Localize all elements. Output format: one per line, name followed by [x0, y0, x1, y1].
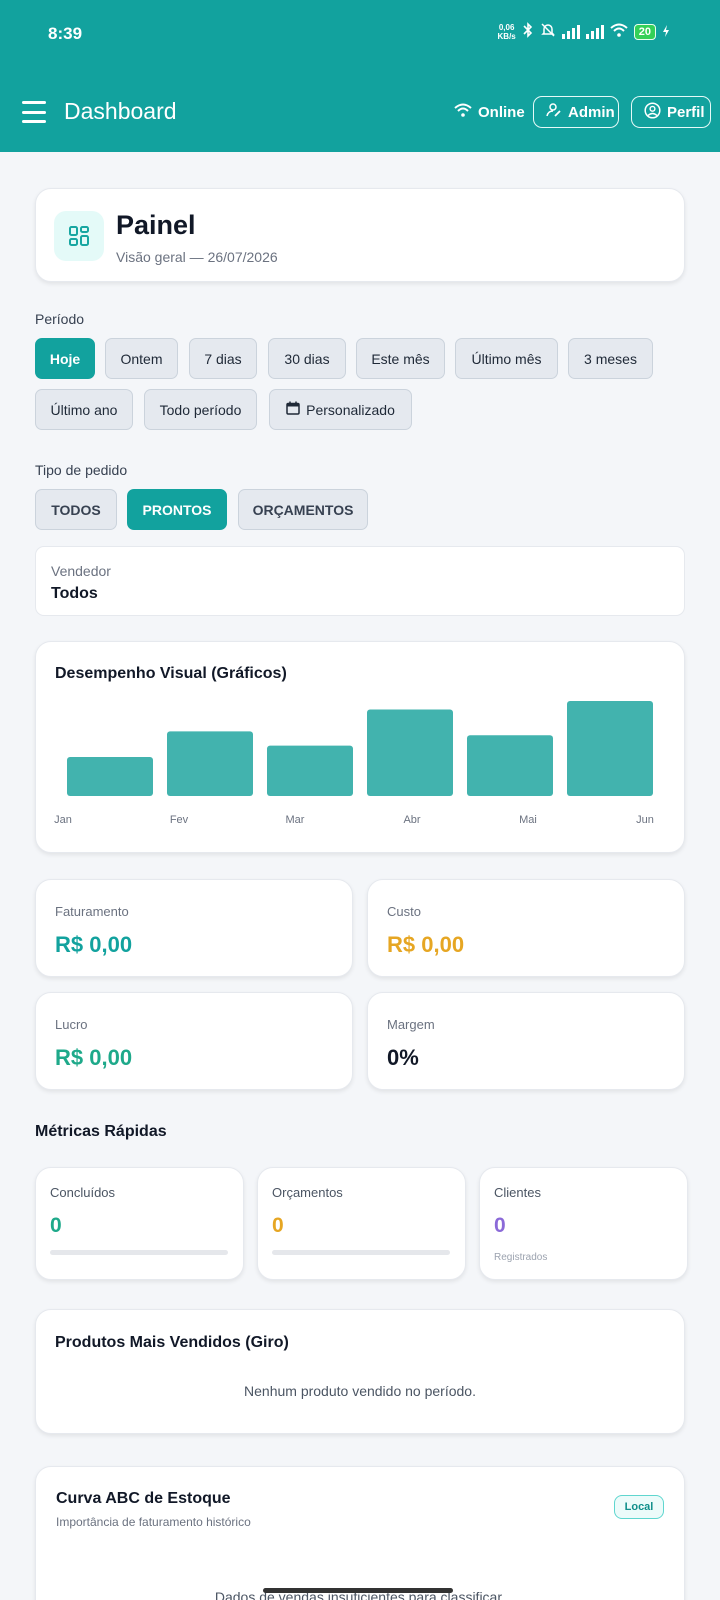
custo-label: Custo	[387, 904, 421, 919]
tipo-pedido-label: Tipo de pedido	[35, 462, 128, 478]
status-icons: 0,06 KB/s 20	[498, 22, 670, 41]
chart-card: Desempenho Visual (Gráficos) Jan Fev Mar Ab…	[35, 641, 685, 853]
user-edit-icon	[546, 102, 562, 122]
clientes-note: Registrados	[494, 1252, 548, 1263]
tipo-chip-orcamentos[interactable]: ORÇAMENTOS	[238, 489, 368, 530]
chart-x-label-jun: Jun	[636, 814, 654, 826]
periodo-chip-personalizado[interactable]: Personalizado	[269, 389, 412, 430]
curva-abc-subtitle: Importância de faturamento histórico	[56, 1515, 251, 1529]
vendedor-label: Vendedor	[51, 563, 111, 579]
orcamentos-label: Orçamentos	[272, 1185, 343, 1200]
lucro-card: Lucro R$ 0,00	[35, 992, 353, 1090]
bar-chart: Jan Fev Mar Abr Mai Jun	[54, 701, 654, 826]
painel-card: Painel Visão geral — 26/07/2026	[35, 188, 685, 282]
faturamento-value: R$ 0,00	[55, 932, 133, 957]
clientes-card: Clientes 0 Registrados	[479, 1167, 688, 1280]
metricas-title: Métricas Rápidas	[35, 1123, 167, 1140]
periodo-chip-3-meses[interactable]: 3 meses	[568, 338, 653, 379]
calendar-icon	[286, 401, 300, 418]
app-header: 8:39 0,06 KB/s 20 Dashboard Online Admin…	[0, 0, 720, 152]
concluidos-progress-bar	[50, 1250, 228, 1255]
perfil-button[interactable]: Perfil	[631, 96, 711, 128]
chart-bar-mar	[267, 745, 353, 796]
periodo-chip-ultimo-mes[interactable]: Último mês	[455, 338, 558, 379]
chart-x-label-jan: Jan	[54, 814, 72, 826]
chart-x-label-mar: Mar	[286, 814, 305, 826]
produtos-title: Produtos Mais Vendidos (Giro)	[55, 1334, 289, 1351]
chart-bar-fev	[167, 731, 253, 796]
admin-label: Admin	[568, 103, 615, 121]
concluidos-value: 0	[50, 1214, 62, 1237]
periodo-chip-hoje[interactable]: Hoje	[35, 338, 95, 379]
vendedor-select[interactable]: Vendedor Todos	[35, 546, 685, 616]
vendedor-value: Todos	[51, 585, 98, 602]
online-status: Online	[454, 103, 525, 121]
local-badge: Local	[614, 1495, 664, 1519]
chart-bar-mai	[467, 735, 553, 796]
orcamentos-card: Orçamentos 0	[257, 1167, 466, 1280]
home-indicator[interactable]	[263, 1588, 453, 1593]
dashboard-grid-icon	[54, 211, 104, 261]
lucro-value: R$ 0,00	[55, 1045, 133, 1070]
net-speed-value: 0,06	[498, 22, 515, 32]
periodo-chip-30-dias[interactable]: 30 dias	[268, 338, 346, 379]
chart-x-label-abr: Abr	[403, 814, 420, 826]
periodo-chip-ontem[interactable]: Ontem	[105, 338, 178, 379]
orcamentos-value: 0	[272, 1214, 284, 1237]
periodo-label: Período	[35, 311, 85, 327]
signal-1-icon	[561, 24, 580, 39]
net-speed: 0,06 KB/s	[498, 23, 516, 41]
clientes-value: 0	[494, 1214, 506, 1237]
chart-bar-jan	[67, 757, 153, 796]
charging-icon	[662, 24, 670, 40]
personalizado-label: Personalizado	[306, 401, 395, 418]
tipo-chip-prontos[interactable]: PRONTOS	[127, 489, 227, 530]
concluidos-card: Concluídos 0	[35, 1167, 244, 1280]
user-circle-icon	[644, 101, 661, 123]
faturamento-label: Faturamento	[55, 904, 129, 919]
page-title: Dashboard	[64, 98, 177, 124]
produtos-card: Produtos Mais Vendidos (Giro) Nenhum pro…	[35, 1309, 685, 1434]
painel-title: Painel	[116, 210, 196, 240]
periodo-chip-todo-periodo[interactable]: Todo período	[144, 389, 257, 430]
produtos-empty: Nenhum produto vendido no período.	[244, 1383, 476, 1399]
chart-bar-abr	[367, 709, 453, 796]
wifi-status-icon	[610, 23, 628, 40]
mute-bell-icon	[540, 22, 556, 41]
concluidos-label: Concluídos	[50, 1185, 116, 1200]
menu-icon[interactable]	[22, 101, 46, 123]
wifi-icon	[454, 103, 472, 121]
net-speed-unit: KB/s	[497, 31, 516, 41]
online-label: Online	[478, 103, 525, 121]
curva-abc-title: Curva ABC de Estoque	[56, 1490, 231, 1507]
curva-abc-card: Curva ABC de Estoque Importância de fatu…	[35, 1466, 685, 1600]
admin-button[interactable]: Admin	[533, 96, 619, 128]
bluetooth-icon	[522, 22, 534, 41]
orcamentos-progress-bar	[272, 1250, 450, 1255]
margem-label: Margem	[387, 1017, 435, 1032]
margem-value: 0%	[387, 1045, 419, 1070]
tipo-chip-todos[interactable]: TODOS	[35, 489, 117, 530]
periodo-chip-ultimo-ano[interactable]: Último ano	[35, 389, 133, 430]
custo-value: R$ 0,00	[387, 932, 465, 957]
status-time: 8:39	[48, 24, 83, 43]
periodo-chip-7-dias[interactable]: 7 dias	[189, 338, 257, 379]
faturamento-card: Faturamento R$ 0,00	[35, 879, 353, 977]
clientes-label: Clientes	[494, 1185, 541, 1200]
chart-bar-jun	[567, 701, 653, 796]
periodo-chip-este-mes[interactable]: Este mês	[356, 338, 445, 379]
margem-card: Margem 0%	[367, 992, 685, 1090]
chart-x-label-fev: Fev	[170, 814, 189, 826]
custo-card: Custo R$ 0,00	[367, 879, 685, 977]
perfil-label: Perfil	[667, 103, 705, 121]
painel-subtitle: Visão geral — 26/07/2026	[116, 249, 278, 265]
chart-x-label-mai: Mai	[519, 814, 537, 826]
lucro-label: Lucro	[55, 1017, 88, 1032]
battery-indicator: 20	[633, 23, 656, 40]
signal-2-icon	[585, 24, 604, 39]
